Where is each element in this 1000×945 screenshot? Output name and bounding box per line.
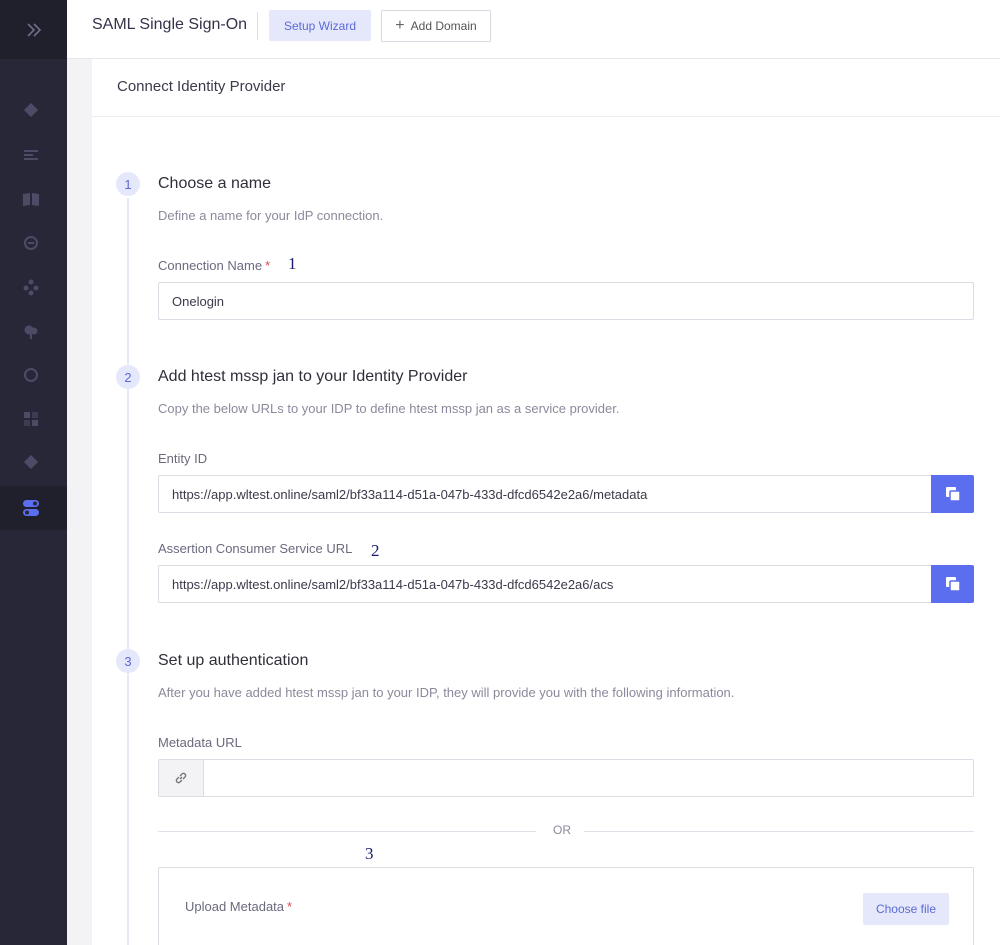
title-divider <box>257 12 258 40</box>
acs-url-group <box>158 565 974 603</box>
add-domain-button[interactable]: + Add Domain <box>381 10 491 42</box>
copy-icon <box>945 487 961 502</box>
connection-name-input[interactable] <box>158 282 974 320</box>
upload-metadata-box: Upload Metadata * Choose file <box>158 867 974 945</box>
add-domain-label: Add Domain <box>410 19 477 33</box>
layers-icon <box>24 103 38 117</box>
sidebar-item-layers-alt[interactable] <box>20 451 42 473</box>
acs-url-label: Assertion Consumer Service URL <box>158 541 353 556</box>
metadata-url-input[interactable] <box>204 760 973 796</box>
or-line-left <box>158 831 536 832</box>
list-icon <box>24 150 38 160</box>
plus-icon: + <box>395 17 405 34</box>
choose-file-button[interactable]: Choose file <box>863 893 949 925</box>
sidebar-item-cloud[interactable] <box>20 320 42 342</box>
step-1-description: Define a name for your IdP connection. <box>158 208 384 223</box>
grid-icon <box>24 412 38 426</box>
sidebar-item-target[interactable] <box>20 232 42 254</box>
or-divider: OR <box>158 823 974 839</box>
copy-acs-url-button[interactable] <box>931 565 974 603</box>
sidebar-item-book[interactable] <box>20 188 42 210</box>
topbar: SAML Single Sign-On Setup Wizard + Add D… <box>67 0 1000 59</box>
metadata-url-group <box>158 759 974 797</box>
page-title: SAML Single Sign-On <box>92 16 248 33</box>
acs-url-field[interactable] <box>158 565 932 603</box>
sidebar-item-nodes[interactable] <box>20 276 42 298</box>
panel-header: Connect Identity Provider <box>92 59 1000 117</box>
connect-idp-panel: Connect Identity Provider 1 Choose a nam… <box>92 59 1000 945</box>
connection-name-label-text: Connection Name <box>158 258 263 273</box>
toggle-icon <box>23 500 39 516</box>
sidebar-item-list[interactable] <box>20 144 42 166</box>
cloud-icon <box>24 325 38 339</box>
metadata-url-label: Metadata URL <box>158 735 242 750</box>
connection-name-label: Connection Name * <box>158 258 270 273</box>
annotation-3: 3 <box>365 844 374 863</box>
or-text: OR <box>553 823 571 837</box>
or-line-right <box>584 831 974 832</box>
annotation-2: 2 <box>371 541 380 560</box>
entity-id-field[interactable] <box>158 475 932 513</box>
entity-id-group <box>158 475 974 513</box>
sidebar <box>0 0 67 945</box>
copy-icon <box>945 577 961 592</box>
step-3-description: After you have added htest mssp jan to y… <box>158 685 735 700</box>
layers-alt-icon <box>24 455 38 469</box>
sidebar-item-toggle[interactable] <box>20 497 42 519</box>
panel-title: Connect Identity Provider <box>117 78 286 95</box>
book-icon <box>23 193 39 206</box>
circle-target-icon <box>24 236 38 250</box>
sidebar-item-circle[interactable] <box>20 364 42 386</box>
required-mark: * <box>287 899 293 914</box>
sidebar-item-grid[interactable] <box>20 408 42 430</box>
nodes-icon <box>23 279 39 296</box>
step-1-number: 1 <box>116 172 140 196</box>
link-icon <box>175 772 187 784</box>
upload-metadata-label: Upload Metadata * <box>185 899 292 914</box>
required-mark: * <box>265 258 271 273</box>
sidebar-toggle[interactable] <box>0 0 67 59</box>
step-1-title: Choose a name <box>158 175 271 192</box>
entity-id-label: Entity ID <box>158 451 208 466</box>
step-timeline <box>127 198 129 945</box>
content-gutter <box>67 59 92 945</box>
sidebar-item-layers[interactable] <box>20 99 42 121</box>
metadata-url-prefix <box>159 760 204 796</box>
circle-icon <box>24 368 38 382</box>
annotation-1: 1 <box>288 254 297 273</box>
upload-metadata-label-text: Upload Metadata <box>185 899 285 914</box>
step-2-description: Copy the below URLs to your IDP to defin… <box>158 401 620 416</box>
step-3-number: 3 <box>116 649 140 673</box>
step-2-title: Add htest mssp jan to your Identity Prov… <box>158 368 468 385</box>
double-chevron-right-icon <box>26 22 41 37</box>
step-2-number: 2 <box>116 365 140 389</box>
copy-entity-id-button[interactable] <box>931 475 974 513</box>
step-3-title: Set up authentication <box>158 652 309 669</box>
setup-wizard-button[interactable]: Setup Wizard <box>269 10 371 41</box>
